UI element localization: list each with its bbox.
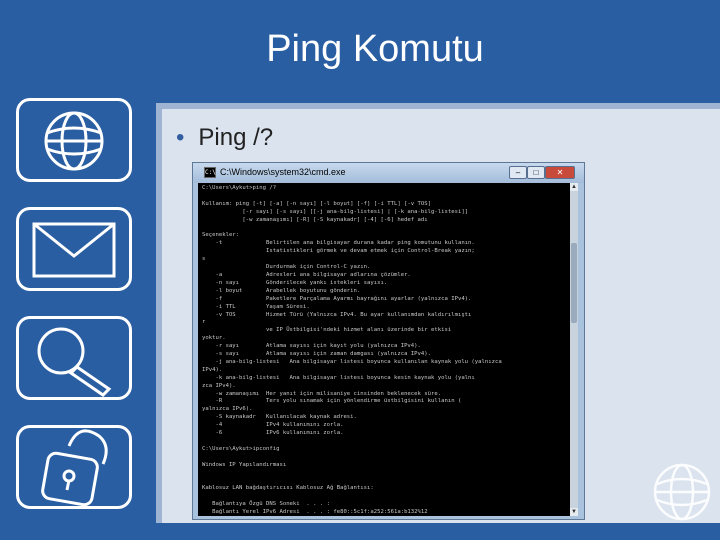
console-output[interactable]: C:\Users\Aykut>ping /? Kullanım: ping [-… (198, 183, 578, 516)
console-line: Bağlantıya Özgü DNS Soneki . . . : (212, 501, 330, 508)
bullet-dot: • (176, 124, 185, 151)
console-line: C:\Users\Aykut>ipconfig (202, 445, 280, 452)
console-line: -n sayı Gönderilecek yankı istekleri say… (215, 279, 388, 286)
console-line: Windows IP Yapılandırması (202, 461, 287, 468)
console-line: -a Adresleri ana bilgisayar adlarına çöz… (215, 271, 411, 278)
corner-globe-icon (653, 463, 711, 521)
console-line: s (202, 256, 206, 263)
console-line: -j ana-bilg-listesi Ana bilgisayar liste… (215, 358, 502, 365)
console-line: -k ana-bilg-listesi Ana bilgisayar liste… (215, 374, 475, 381)
console-line: -i TTL Yaşam Süresi. (215, 303, 310, 310)
magnifier-icon (37, 327, 112, 397)
globe-icon (44, 111, 104, 171)
scrollbar[interactable]: ▲ ▼ (570, 183, 578, 516)
console-line: IPv4). (202, 366, 223, 373)
globe-tile (16, 98, 132, 182)
console-line: ve IP Üstbilgisi'ndeki hizmet alanı üzer… (265, 327, 452, 334)
bullet-text: Ping /? (198, 124, 274, 151)
console-line: yoktur. (202, 335, 226, 342)
console-line: -t Belirtilen ana bilgisayar durana kada… (215, 240, 475, 247)
console-line: [-r sayı] [-s sayı] [[-j ana-bilg-listes… (242, 208, 469, 215)
scroll-up-arrow-icon[interactable]: ▲ (570, 183, 578, 191)
window-titlebar[interactable]: C:\ C:\Windows\system32\cmd.exe – □ ✕ (193, 163, 584, 183)
console-line: Kablosuz LAN bağdaştırıcısı Kablosuz Ağ … (202, 485, 374, 492)
console-line: C:\Users\Aykut>ping /? (202, 185, 277, 191)
console-line: Bağlantı Yerel IPv6 Adresi . . . : fe80:… (212, 509, 428, 516)
minimize-button[interactable]: – (509, 166, 527, 179)
scroll-thumb[interactable] (571, 243, 577, 323)
console-line: zca IPv4). (202, 382, 236, 389)
console-line: -4 IPv4 kullanımını zorla. (215, 422, 344, 429)
console-line: -R Ters yolu sınamak için yönlendirme üs… (215, 398, 462, 405)
lock-tile (16, 425, 132, 509)
console-line: -l boyut Arabellek boyutunu gönderin. (215, 287, 361, 294)
console-line: Seçenekler: (202, 232, 240, 239)
bullet-item: • Ping /? (176, 124, 273, 152)
cmd-window: C:\ C:\Windows\system32\cmd.exe – □ ✕ C:… (192, 162, 585, 520)
console-line: r (202, 319, 206, 326)
window-title: C:\Windows\system32\cmd.exe (220, 167, 346, 177)
console-line: yalnızca IPv6). (202, 406, 253, 413)
console-line: -f Paketlere Parçalama Ayarmı bayrağını … (215, 295, 472, 302)
padlock-icon (41, 429, 108, 506)
console-line: Durdurmak için Control-C yazın. (265, 264, 371, 271)
console-line: -S kaynakadr Kullanılacak kaynak adresi. (215, 414, 357, 421)
cmd-icon: C:\ (204, 167, 216, 178)
mail-tile (16, 207, 132, 291)
scroll-down-arrow-icon[interactable]: ▼ (570, 508, 578, 516)
console-line: -w zamanaşımı Her yanıt için milisaniye … (215, 390, 442, 397)
slide-title: Ping Komutu (266, 28, 484, 70)
console-line: -6 IPv6 kullanımını zorla. (215, 430, 344, 437)
maximize-button[interactable]: □ (527, 166, 545, 179)
console-line: Istatistikleri görmek ve devam etmek içi… (265, 248, 475, 255)
console-line: [-w zamanaşımı] [-R] [-S kaynakadr] [-4]… (242, 216, 428, 223)
console-text: C:\Users\Aykut>ping /? Kullanım: ping [-… (198, 183, 578, 516)
close-button[interactable]: ✕ (545, 166, 575, 179)
console-line: -r sayı Atlama sayısı için kayıt yolu (y… (215, 343, 421, 350)
console-line: Kullanım: ping [-t] [-a] [-n sayı] [-l b… (202, 200, 432, 207)
search-tile (16, 316, 132, 400)
console-line: -v TOS Hizmet Türü (Yalnızca IPv4. Bu ay… (215, 311, 472, 318)
envelope-icon (32, 222, 116, 278)
console-line: -s sayı Atlama sayısı için zaman damgası… (215, 351, 432, 358)
